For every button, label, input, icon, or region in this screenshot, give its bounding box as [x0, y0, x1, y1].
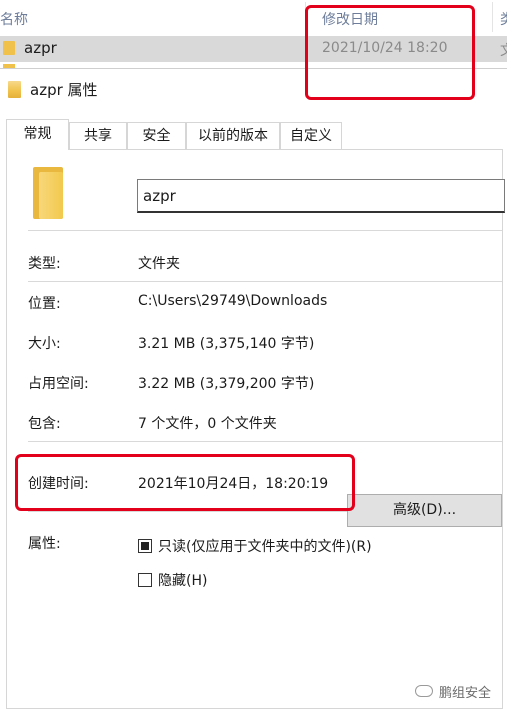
column-separator[interactable]	[492, 2, 493, 32]
tab-previous-versions[interactable]: 以前的版本	[186, 122, 280, 149]
tab-sharing[interactable]: 共享	[69, 122, 127, 149]
type-value: 文件夹	[138, 256, 180, 272]
folder-name-input[interactable]	[137, 179, 505, 213]
contains-label: 包含:	[28, 416, 61, 432]
highlight-created-time	[15, 454, 355, 511]
tab-strip: 常规 共享 安全 以前的版本 自定义	[6, 119, 503, 150]
tab-security[interactable]: 安全	[127, 122, 186, 149]
dialog-title: azpr 属性	[30, 81, 98, 99]
size-on-disk-label: 占用空间:	[28, 376, 89, 392]
divider	[28, 281, 502, 282]
watermark-text: 鹏组安全	[439, 686, 492, 701]
tab-general[interactable]: 常规	[6, 119, 69, 150]
file-name: azpr	[24, 39, 57, 57]
properties-dialog: azpr 属性 常规 共享 安全 以前的版本 自定义 类型: 文件夹 位置: C…	[0, 68, 507, 712]
hidden-label[interactable]: 隐藏(H)	[158, 570, 207, 590]
readonly-checkbox[interactable]	[138, 539, 152, 553]
location-value: C:\Users\29749\Downloads	[138, 293, 328, 309]
column-type-header[interactable]: 类	[500, 9, 507, 29]
highlight-date-modified	[305, 5, 475, 100]
file-type: 文	[500, 40, 507, 60]
tab-customize[interactable]: 自定义	[280, 122, 342, 149]
size-value: 3.21 MB (3,375,140 字节)	[138, 336, 315, 352]
folder-icon	[8, 81, 21, 98]
attributes-label: 属性:	[28, 536, 61, 552]
type-label: 类型:	[28, 256, 61, 272]
divider	[28, 441, 502, 442]
contains-value: 7 个文件，0 个文件夹	[138, 416, 277, 432]
folder-icon	[3, 41, 15, 55]
column-name-header[interactable]: 名称	[0, 9, 28, 29]
divider	[28, 230, 502, 231]
hidden-checkbox[interactable]	[138, 573, 152, 587]
size-label: 大小:	[28, 336, 61, 352]
wechat-icon	[415, 685, 433, 697]
readonly-label[interactable]: 只读(仅应用于文件夹中的文件)(R)	[158, 536, 372, 556]
size-on-disk-value: 3.22 MB (3,379,200 字节)	[138, 376, 315, 392]
advanced-button[interactable]: 高级(D)...	[347, 494, 502, 527]
location-label: 位置:	[28, 296, 61, 312]
folder-icon	[33, 167, 63, 219]
